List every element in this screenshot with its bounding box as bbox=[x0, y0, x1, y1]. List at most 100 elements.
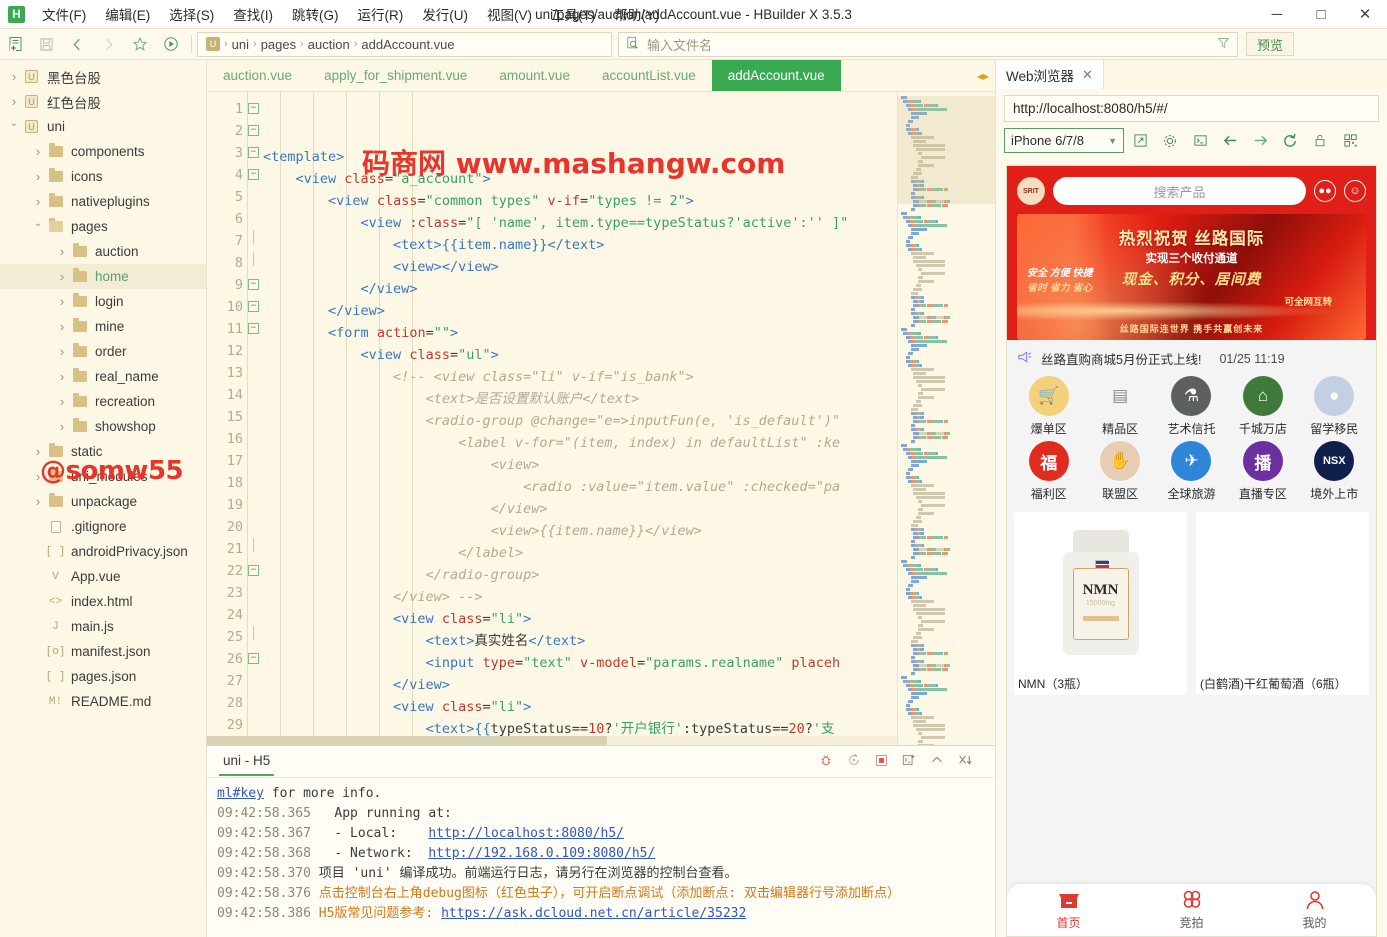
tree-item-home[interactable]: home bbox=[0, 264, 206, 289]
filter-funnel-icon[interactable] bbox=[1217, 36, 1230, 52]
tabbar-item-home[interactable]: 首页 bbox=[1007, 884, 1130, 936]
line-number[interactable]: 29 bbox=[207, 714, 247, 736]
menu-item-7[interactable]: 视图(V) bbox=[478, 0, 541, 28]
device-select[interactable]: iPhone 6/7/8 ▼ bbox=[1004, 128, 1124, 153]
code-line[interactable]: </view> bbox=[263, 498, 995, 520]
tree-item-[interactable]: U红色台股 bbox=[0, 89, 206, 114]
code-line[interactable]: <view class="li"> bbox=[263, 696, 995, 718]
tree-item-.gitignore[interactable]: .gitignore bbox=[0, 514, 206, 539]
line-number[interactable]: 9− bbox=[207, 274, 247, 296]
tree-item-icons[interactable]: icons bbox=[0, 164, 206, 189]
code-line[interactable]: </view> --> bbox=[263, 586, 995, 608]
code-line[interactable]: </view> bbox=[263, 278, 995, 300]
qrcode-icon[interactable] bbox=[1336, 128, 1364, 153]
collapse-icon[interactable] bbox=[930, 753, 944, 770]
tab-nav-arrows[interactable]: ◂▸ bbox=[971, 60, 995, 91]
breadcrumb-part-0[interactable]: uni bbox=[232, 37, 249, 52]
tree-item-nativeplugins[interactable]: nativeplugins bbox=[0, 189, 206, 214]
run-icon[interactable] bbox=[155, 31, 186, 58]
product-card[interactable]: (白鹤酒)干红葡萄酒（6瓶） bbox=[1196, 512, 1369, 695]
tree-item-androidPrivacy.json[interactable]: [ ]androidPrivacy.json bbox=[0, 539, 206, 564]
reload-icon[interactable] bbox=[1276, 128, 1304, 153]
tree-item-login[interactable]: login bbox=[0, 289, 206, 314]
project-sidebar[interactable]: U黑色台股U红色台股Uunicomponentsiconsnativeplugi… bbox=[0, 60, 207, 937]
category-item-2[interactable]: ⚗艺术信托 bbox=[1156, 376, 1227, 437]
line-number[interactable]: 6 bbox=[207, 208, 247, 230]
settings-gear-icon[interactable] bbox=[1156, 128, 1184, 153]
line-number[interactable]: 25│ bbox=[207, 626, 247, 648]
tree-item-real_name[interactable]: real_name bbox=[0, 364, 206, 389]
code-line[interactable]: <template> bbox=[263, 146, 995, 168]
line-number[interactable]: 15 bbox=[207, 406, 247, 428]
line-number[interactable]: 16 bbox=[207, 428, 247, 450]
console-link[interactable]: ml#key bbox=[217, 786, 264, 801]
filename-search-box[interactable]: 输入文件名 bbox=[618, 32, 1238, 57]
line-number[interactable]: 12 bbox=[207, 340, 247, 362]
popout-icon[interactable] bbox=[1126, 128, 1154, 153]
breadcrumb-part-2[interactable]: auction bbox=[308, 37, 350, 52]
line-number[interactable]: 3− bbox=[207, 142, 247, 164]
browser-tab[interactable]: Web浏览器 ✕ bbox=[996, 60, 1104, 89]
tree-item-static[interactable]: static bbox=[0, 439, 206, 464]
forward-icon[interactable] bbox=[93, 31, 124, 58]
editor-tab-auction-vue[interactable]: auction.vue bbox=[207, 60, 308, 91]
category-item-7[interactable]: ✈全球旅游 bbox=[1156, 441, 1227, 502]
breadcrumb-part-3[interactable]: addAccount.vue bbox=[361, 37, 454, 52]
line-number[interactable]: 24 bbox=[207, 604, 247, 626]
menu-item-1[interactable]: 编辑(E) bbox=[96, 0, 159, 28]
save-icon[interactable] bbox=[31, 31, 62, 58]
menu-item-2[interactable]: 选择(S) bbox=[160, 0, 223, 28]
preview-button[interactable]: 预览 bbox=[1246, 32, 1294, 56]
chevron-right-icon[interactable] bbox=[30, 169, 46, 184]
code-line[interactable]: <input type="text" v-model="params.realn… bbox=[263, 652, 995, 674]
minimap-viewport[interactable] bbox=[898, 96, 995, 204]
chevron-right-icon[interactable] bbox=[54, 394, 70, 409]
line-number[interactable]: 22− bbox=[207, 560, 247, 582]
tree-item-index.html[interactable]: <>index.html bbox=[0, 589, 206, 614]
code-line[interactable]: <view class="li"> bbox=[263, 608, 995, 630]
category-item-0[interactable]: 🛒爆单区 bbox=[1013, 376, 1084, 437]
editor-tab-accountList-vue[interactable]: accountList.vue bbox=[586, 60, 712, 91]
line-number[interactable]: 5 bbox=[207, 186, 247, 208]
tree-item-auction[interactable]: auction bbox=[0, 239, 206, 264]
tabbar-item-mine[interactable]: 我的 bbox=[1253, 884, 1376, 936]
menu-item-0[interactable]: 文件(F) bbox=[33, 0, 95, 28]
chevron-right-icon[interactable] bbox=[54, 269, 70, 284]
chevron-right-icon[interactable] bbox=[54, 344, 70, 359]
console-line[interactable]: 09:42:58.367 - Local: http://localhost:8… bbox=[217, 824, 995, 844]
code-line[interactable]: <view></view> bbox=[263, 256, 995, 278]
line-number[interactable]: 14 bbox=[207, 384, 247, 406]
browser-url-bar[interactable]: http://localhost:8080/h5/#/ bbox=[1004, 95, 1379, 122]
line-number[interactable]: 23 bbox=[207, 582, 247, 604]
close-icon[interactable]: ✕ bbox=[1082, 67, 1093, 83]
console-link[interactable]: http://192.168.0.109:8080/h5/ bbox=[428, 846, 655, 861]
code-line[interactable]: <view class="common types" v-if="types !… bbox=[263, 190, 995, 212]
star-icon[interactable] bbox=[124, 31, 155, 58]
console-line[interactable]: 09:42:58.386 H5版常见问题参考: https://ask.dclo… bbox=[217, 904, 995, 924]
chevron-right-icon[interactable] bbox=[54, 419, 70, 434]
line-number[interactable]: 18 bbox=[207, 472, 247, 494]
search-input[interactable]: 搜索产品 bbox=[1053, 177, 1306, 205]
stop-icon[interactable] bbox=[875, 754, 888, 770]
menu-item-8[interactable]: 工具(T) bbox=[542, 0, 604, 28]
tree-item-recreation[interactable]: recreation bbox=[0, 389, 206, 414]
tree-item-components[interactable]: components bbox=[0, 139, 206, 164]
chevron-right-icon[interactable] bbox=[6, 69, 22, 84]
tree-item-uni_modules[interactable]: uni_modules bbox=[0, 464, 206, 489]
chevron-right-icon[interactable] bbox=[30, 194, 46, 209]
menu-item-6[interactable]: 发行(U) bbox=[413, 0, 477, 28]
chevron-down-icon[interactable] bbox=[30, 221, 46, 232]
horizontal-scrollbar[interactable] bbox=[207, 736, 897, 745]
editor-tab-amount-vue[interactable]: amount.vue bbox=[483, 60, 586, 91]
line-number[interactable]: 4− bbox=[207, 164, 247, 186]
code-content[interactable]: <template> <view class="a_account"> <vie… bbox=[247, 92, 995, 745]
code-minimap[interactable] bbox=[897, 92, 995, 745]
tree-item-manifest.json[interactable]: [o]manifest.json bbox=[0, 639, 206, 664]
chevron-right-icon[interactable] bbox=[30, 469, 46, 484]
new-file-icon[interactable] bbox=[0, 31, 31, 58]
category-item-5[interactable]: 福福利区 bbox=[1013, 441, 1084, 502]
tree-item-[interactable]: U黑色台股 bbox=[0, 64, 206, 89]
console-line[interactable]: 09:42:58.370 项目 'uni' 编译成功。前端运行日志，请另行在浏览… bbox=[217, 864, 995, 884]
line-number[interactable]: 2− bbox=[207, 120, 247, 142]
chevron-down-icon[interactable] bbox=[6, 121, 22, 132]
